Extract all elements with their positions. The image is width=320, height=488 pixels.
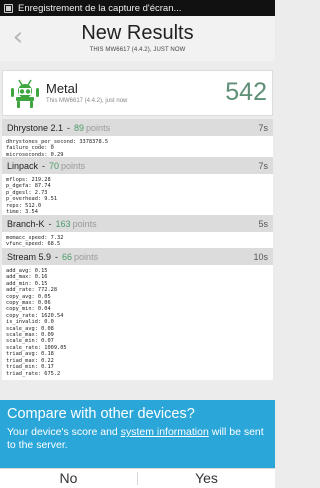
benchmark-time: 5s [258,218,268,229]
compare-question: Compare with other devices? [7,406,195,422]
benchmark-section-linpack: Linpack - 70 points 7s mflops: 219.28 p_… [2,157,273,219]
benchmark-header: Branch-K - 163 points 5s [2,215,273,232]
benchmark-header: Stream 5.9 - 66 points 10s [2,248,273,265]
benchmark-points: 89 [74,122,85,133]
page-title: New Results [81,22,194,44]
benchmark-section-stream: Stream 5.9 - 66 points 10s add_avg: 0.15… [2,248,273,380]
benchmark-points: 163 [55,218,71,229]
benchmark-points: 66 [62,251,73,262]
benchmark-header: Linpack - 70 points 7s [2,157,273,174]
benchmark-header: Dhrystone 2.1 - 89 points 7s [2,119,273,136]
device-score: 542 [225,78,267,106]
compare-message-text: Your device's score and [7,426,121,438]
benchmark-section-branch-k: Branch-K - 163 points 5s memacc_speed: 7… [2,215,273,251]
benchmark-details: add_avg: 0.15 add_max: 0.16 add_min: 0.1… [2,265,273,380]
benchmark-points-label: points [74,251,99,262]
no-button[interactable]: No [0,469,137,488]
result-line: triad_rate: 675.2 [6,370,61,377]
device-score-card: Metal This MW6617 (4.4.2), just now 542 [2,70,273,116]
benchmark-points-label: points [61,160,86,171]
benchmark-name: Stream 5.9 [7,251,52,262]
benchmark-points-label: points [86,122,111,133]
benchmark-details: mflops: 219.28 p_dgefa: 87.74 p_dgesl: 2… [2,174,273,219]
result-line: vfunc_speed: 68.5 [6,241,61,248]
device-name: Metal [46,81,78,96]
results-header: ‹ New Results THIS MW6617 (4.4.2), JUST … [0,16,275,61]
system-information-link[interactable]: system information [121,426,209,438]
benchmark-section-dhrystone: Dhrystone 2.1 - 89 points 7s dhrystones_… [2,119,273,162]
compare-buttons: No Yes [0,468,275,488]
benchmark-time: 10s [253,251,268,262]
benchmark-name: Linpack [7,160,39,171]
device-subtitle: This MW6617 (4.4.2), just now [46,98,128,104]
page-subtitle: THIS MW6617 (4.4.2), JUST NOW [89,47,186,53]
benchmark-name: Branch-K [7,218,45,229]
status-bar: Enregistrement de la capture d'écran... [0,0,275,16]
benchmark-time: 7s [258,122,268,133]
benchmark-name: Dhrystone 2.1 [7,122,64,133]
compare-dialog: Compare with other devices? Your device'… [0,400,275,468]
android-logo-icon [11,79,39,108]
yes-button[interactable]: Yes [138,469,275,488]
compare-message: Your device's score and system informati… [7,426,268,452]
benchmark-time: 7s [258,160,268,171]
benchmark-points: 70 [49,160,60,171]
screenshot-notification-icon [4,3,13,13]
benchmark-points-label: points [72,218,97,229]
status-notification-text: Enregistrement de la capture d'écran... [18,2,182,14]
